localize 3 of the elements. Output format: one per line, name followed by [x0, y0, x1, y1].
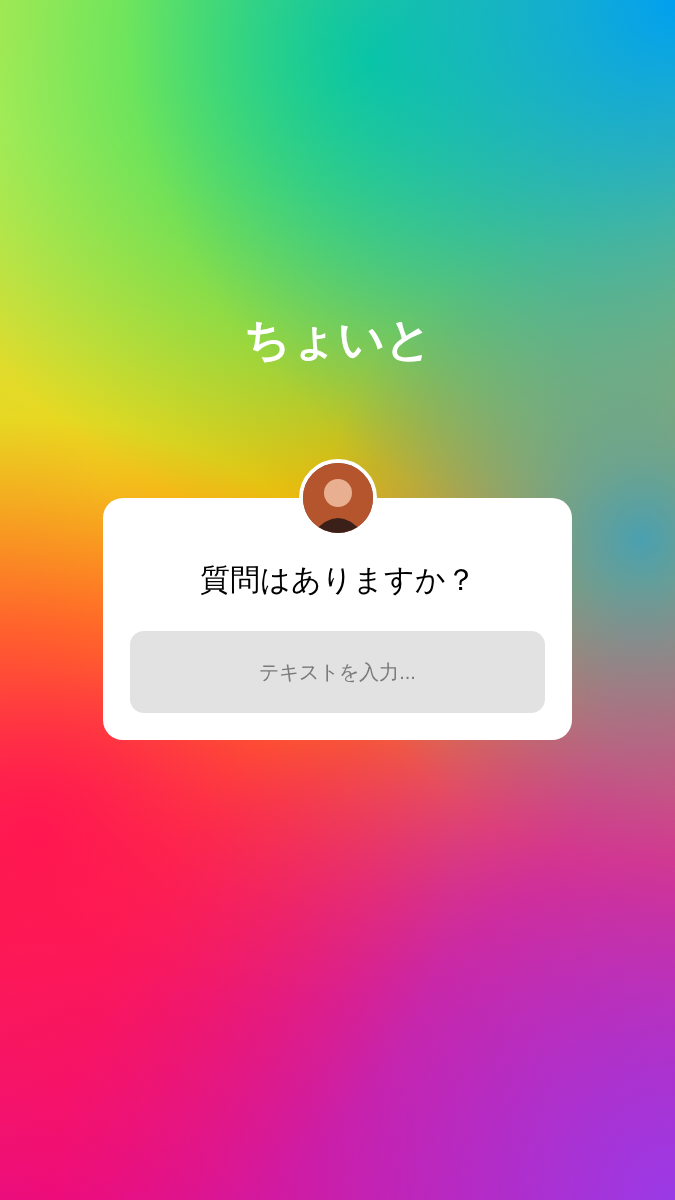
question-text: 質問はありますか？ [199, 562, 476, 598]
story-title: ちょいと [243, 312, 432, 367]
answer-field[interactable]: テキストを入力... [130, 631, 545, 713]
